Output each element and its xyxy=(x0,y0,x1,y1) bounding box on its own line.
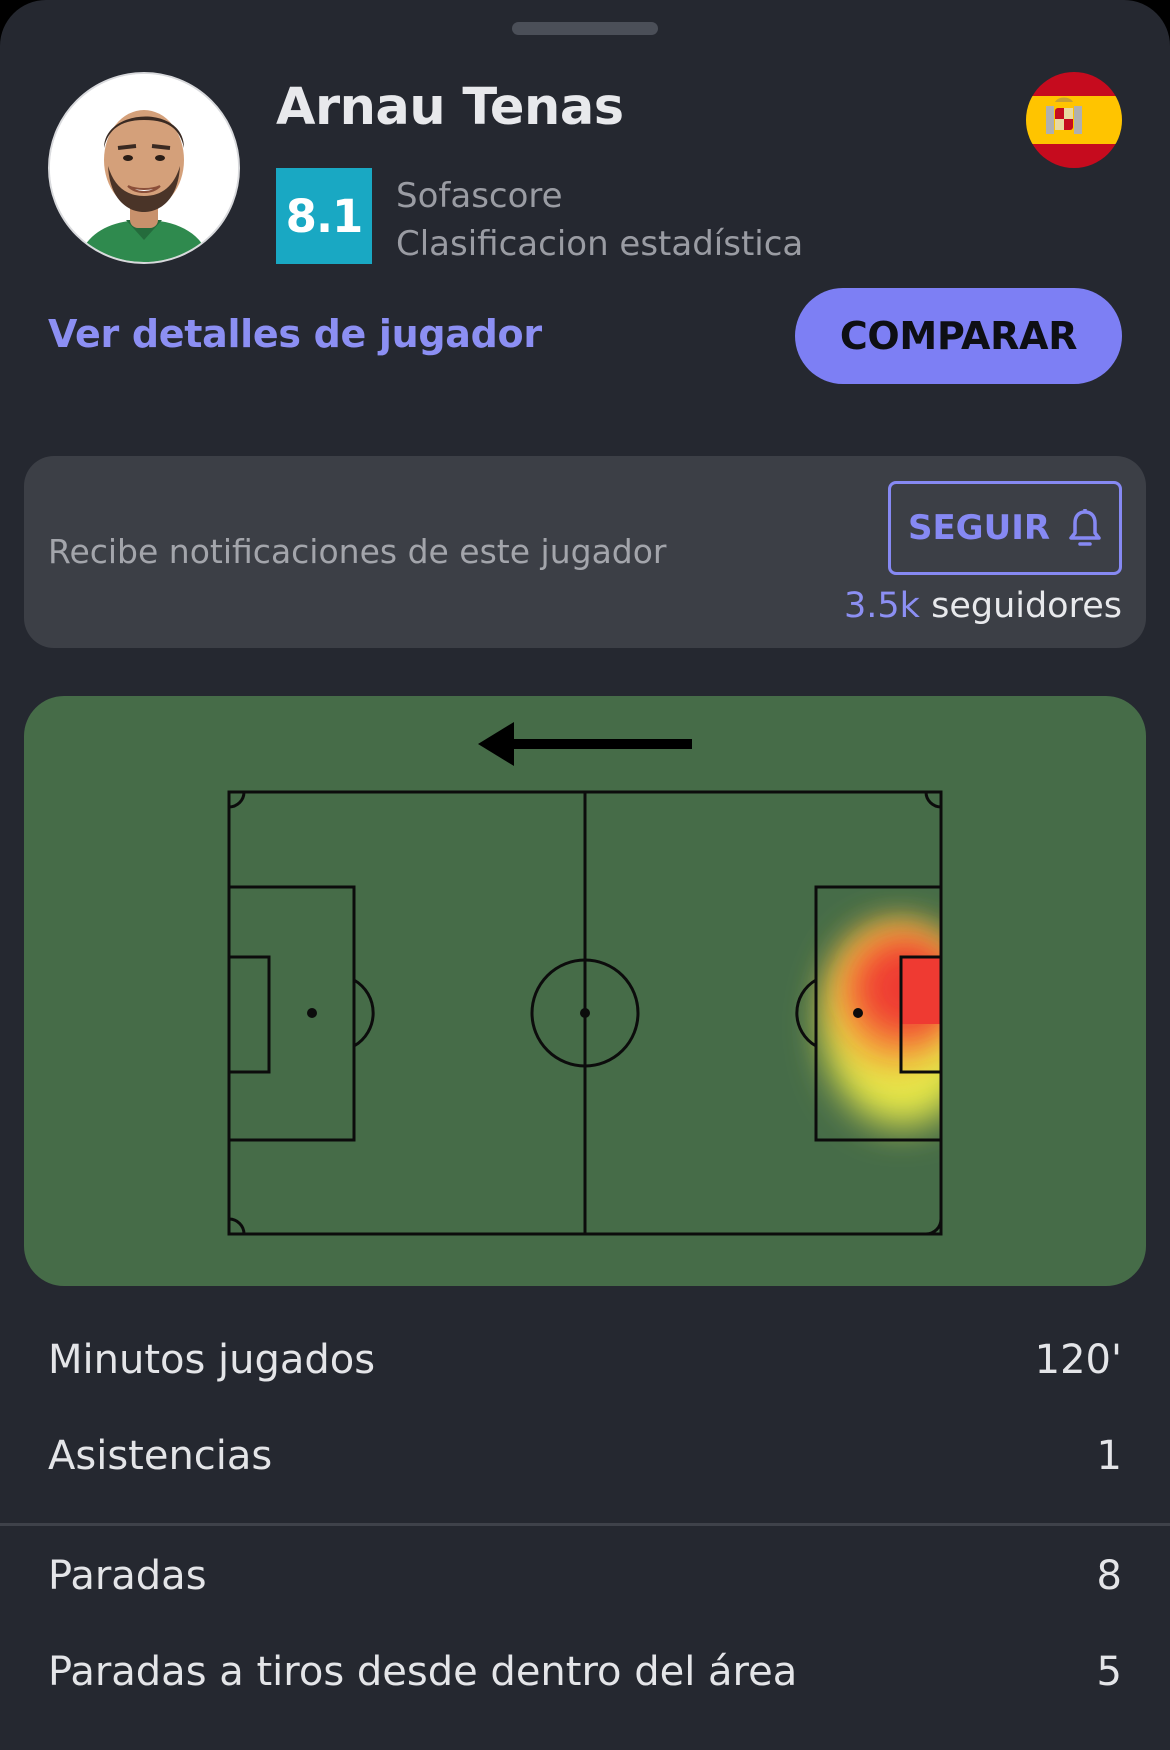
rating-source-description: Clasificacion estadística xyxy=(396,224,804,264)
arrow-left-icon xyxy=(478,722,692,766)
stat-value: 5 xyxy=(1096,1649,1122,1695)
follow-card: Recibe notificaciones de este jugador SE… xyxy=(24,456,1146,648)
stat-value: 1 xyxy=(1096,1433,1122,1479)
player-avatar xyxy=(48,72,240,264)
heatmap-card xyxy=(24,696,1146,1286)
player-sheet: Arnau Tenas 8.1 Sofascore Clasificacion … xyxy=(0,0,1170,1750)
rating-source: Sofascore Clasificacion estadística xyxy=(396,172,803,268)
rating-badge: 8.1 xyxy=(276,168,372,264)
stat-label: Asistencias xyxy=(48,1433,273,1479)
followers-count: 3.5k seguidores xyxy=(844,586,1122,626)
stat-label: Minutos jugados xyxy=(48,1337,376,1383)
spain-flag-icon xyxy=(1026,72,1122,168)
followers-number: 3.5k xyxy=(844,586,920,626)
follow-button-label: SEGUIR xyxy=(907,508,1051,548)
stat-label: Paradas xyxy=(48,1553,207,1599)
stat-value: 8 xyxy=(1096,1553,1122,1599)
stat-row-minutes: Minutos jugados 120' xyxy=(48,1330,1122,1390)
stat-label: Paradas a tiros desde dentro del área xyxy=(48,1649,798,1695)
follow-notification-text: Recibe notificaciones de este jugador xyxy=(48,532,667,571)
stat-row-saves: Paradas 8 xyxy=(48,1546,1122,1606)
player-details-link[interactable]: Ver detalles de jugador xyxy=(48,312,542,356)
stat-value: 120' xyxy=(1034,1337,1122,1383)
followers-label: seguidores xyxy=(931,586,1122,626)
rating-source-name: Sofascore xyxy=(396,176,563,216)
follow-button[interactable]: SEGUIR xyxy=(888,481,1122,575)
player-name: Arnau Tenas xyxy=(276,78,624,137)
drag-handle[interactable] xyxy=(512,22,658,35)
section-divider xyxy=(0,1523,1170,1526)
compare-button[interactable]: COMPARAR xyxy=(795,288,1122,384)
bell-icon xyxy=(1068,508,1102,548)
stat-row-assists: Asistencias 1 xyxy=(48,1426,1122,1486)
stat-row-saves-inside-box: Paradas a tiros desde dentro del área 5 xyxy=(48,1642,1122,1702)
